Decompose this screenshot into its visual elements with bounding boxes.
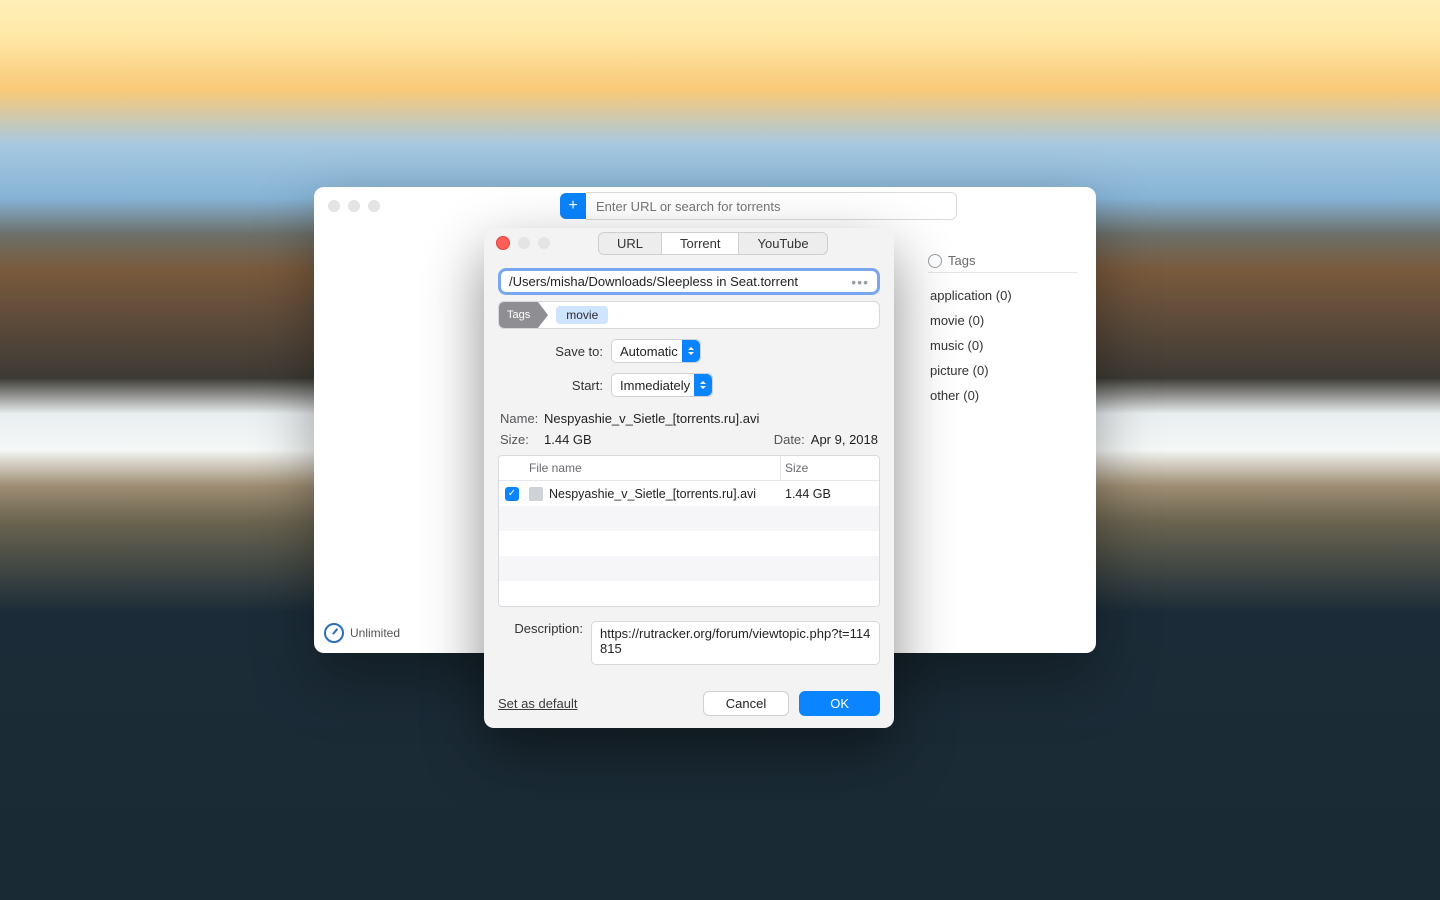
col-size[interactable]: Size <box>780 456 879 480</box>
table-row <box>499 506 879 531</box>
row-checkbox[interactable]: ✓ <box>505 487 519 501</box>
sheet-footer: Set as default Cancel OK <box>484 679 894 728</box>
sheet-titlebar: URL Torrent YouTube <box>484 228 894 258</box>
tab-youtube[interactable]: YouTube <box>738 233 826 254</box>
status-label: Unlimited <box>350 626 400 640</box>
browse-button[interactable]: ••• <box>851 274 869 290</box>
traffic-lights <box>328 200 380 212</box>
gauge-icon <box>324 623 344 643</box>
start-select[interactable]: Immediately <box>611 373 713 397</box>
description-field[interactable]: https://rutracker.org/forum/viewtopic.ph… <box>591 621 880 665</box>
tags-input[interactable]: Tags movie <box>498 301 880 329</box>
add-torrent-sheet: URL Torrent YouTube /Users/misha/Downloa… <box>484 228 894 728</box>
ok-button[interactable]: OK <box>799 691 880 716</box>
table-row <box>499 581 879 606</box>
sheet-zoom-icon <box>538 237 550 249</box>
tag-item[interactable]: music (0) <box>928 333 1078 358</box>
close-icon[interactable] <box>328 200 340 212</box>
tags-sidebar: Tags application (0) movie (0) music (0)… <box>928 253 1078 408</box>
search-input[interactable] <box>586 192 957 220</box>
search-wrap: + <box>560 192 957 220</box>
name-label: Name: <box>500 411 544 426</box>
tag-item[interactable]: other (0) <box>928 383 1078 408</box>
col-filename[interactable]: File name <box>525 456 780 480</box>
file-list: File name Size ✓ Nespyashie_v_Sietle_[to… <box>498 455 880 607</box>
description-value: https://rutracker.org/forum/viewtopic.ph… <box>600 626 870 656</box>
set-default-link[interactable]: Set as default <box>498 696 578 711</box>
minimize-icon[interactable] <box>348 200 360 212</box>
tags-badge: Tags <box>499 302 538 328</box>
sheet-body: /Users/misha/Downloads/Sleepless in Seat… <box>484 258 894 679</box>
tags-list: application (0) movie (0) music (0) pict… <box>928 283 1078 408</box>
save-to-select[interactable]: Automatic <box>611 339 701 363</box>
file-list-header: File name Size <box>499 456 879 481</box>
tag-item[interactable]: application (0) <box>928 283 1078 308</box>
description-label: Description: <box>498 621 583 636</box>
start-value: Immediately <box>620 378 690 393</box>
table-row[interactable]: ✓ Nespyashie_v_Sietle_[torrents.ru].avi … <box>499 481 879 506</box>
tags-header[interactable]: Tags <box>928 253 1078 273</box>
tab-url[interactable]: URL <box>599 233 661 254</box>
torrent-path-input[interactable]: /Users/misha/Downloads/Sleepless in Seat… <box>498 268 880 295</box>
zoom-icon[interactable] <box>368 200 380 212</box>
tab-torrent[interactable]: Torrent <box>661 233 738 254</box>
desktop-wallpaper: + Tags application (0) movie (0) music (… <box>0 0 1440 900</box>
torrent-meta: Name: Nespyashie_v_Sietle_[torrents.ru].… <box>498 411 880 447</box>
sheet-close-icon[interactable] <box>496 236 510 250</box>
tags-header-label: Tags <box>948 253 975 268</box>
sheet-minimize-icon <box>518 237 530 249</box>
main-titlebar: + <box>314 187 1096 225</box>
table-row <box>499 531 879 556</box>
radio-icon <box>928 254 942 268</box>
row-filename: Nespyashie_v_Sietle_[torrents.ru].avi <box>549 487 756 501</box>
start-label: Start: <box>498 378 603 393</box>
size-label: Size: <box>500 432 544 447</box>
table-row <box>499 556 879 581</box>
plus-icon: + <box>568 198 577 214</box>
cancel-button[interactable]: Cancel <box>703 691 789 716</box>
video-file-icon <box>529 487 543 501</box>
tag-item[interactable]: movie (0) <box>928 308 1078 333</box>
date-label: Date: <box>761 432 805 447</box>
add-button[interactable]: + <box>560 193 586 219</box>
row-size: 1.44 GB <box>781 487 879 501</box>
source-segmented-control: URL Torrent YouTube <box>598 232 828 255</box>
name-value: Nespyashie_v_Sietle_[torrents.ru].avi <box>544 411 878 426</box>
status-bar: Unlimited <box>324 623 400 643</box>
chevron-updown-icon <box>694 374 712 396</box>
tag-chip[interactable]: movie <box>556 306 608 324</box>
date-value: Apr 9, 2018 <box>811 432 878 447</box>
save-to-label: Save to: <box>498 344 603 359</box>
save-to-value: Automatic <box>620 344 678 359</box>
tag-item[interactable]: picture (0) <box>928 358 1078 383</box>
size-value: 1.44 GB <box>544 432 684 447</box>
chevron-updown-icon <box>682 340 700 362</box>
torrent-path-value: /Users/misha/Downloads/Sleepless in Seat… <box>509 274 798 289</box>
